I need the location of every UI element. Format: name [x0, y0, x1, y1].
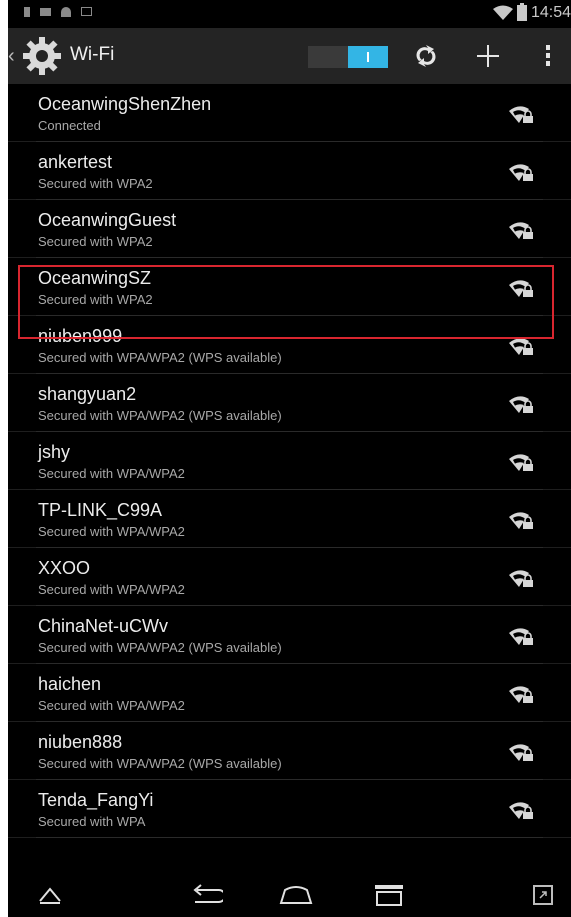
add-network-button[interactable] [468, 36, 508, 76]
image-icon [40, 8, 51, 16]
toggle-thumb [348, 46, 388, 68]
network-status: Secured with WPA/WPA2 (WPS available) [38, 408, 282, 423]
wifi-lock-icon [509, 454, 533, 471]
network-status: Secured with WPA [38, 814, 146, 829]
wifi-signal-icon [492, 5, 513, 20]
add-network-icon [477, 45, 499, 67]
wifi-lock-icon [509, 338, 533, 355]
network-ssid: Tenda_FangYi [38, 790, 154, 810]
network-status: Secured with WPA/WPA2 [38, 524, 185, 539]
network-row-11[interactable]: niuben888 Secured with WPA/WPA2 (WPS ava… [8, 722, 571, 780]
network-status: Secured with WPA/WPA2 [38, 466, 185, 481]
wifi-lock-icon [509, 512, 533, 529]
network-row-1[interactable]: ankertest Secured with WPA2 [8, 142, 571, 200]
network-ssid: shangyuan2 [38, 384, 137, 404]
network-status: Connected [38, 118, 101, 133]
network-row-10[interactable]: haichen Secured with WPA/WPA2 [8, 664, 571, 722]
settings-gear-icon[interactable] [20, 34, 64, 78]
network-ssid: ankertest [38, 152, 113, 172]
row-divider [36, 837, 543, 838]
fullscreen-icon [533, 885, 553, 905]
clock: 14:54 [530, 4, 571, 21]
fullscreen-button[interactable] [523, 879, 563, 911]
screenshot-icon [81, 7, 92, 16]
network-ssid: niuben888 [38, 732, 123, 752]
wifi-lock-icon [509, 802, 533, 819]
wifi-toggle[interactable] [308, 46, 388, 68]
network-row-4[interactable]: niuben999 Secured with WPA/WPA2 (WPS ava… [8, 316, 571, 374]
status-bar: 14:54 [8, 0, 571, 28]
overflow-menu-icon [546, 45, 550, 66]
wifi-lock-icon [509, 164, 533, 181]
notification-icons [24, 7, 92, 17]
network-row-0[interactable]: OceanwingShenZhen Connected [8, 84, 571, 142]
network-row-3[interactable]: OceanwingSZ Secured with WPA2 [8, 258, 571, 316]
network-row-7[interactable]: TP-LINK_C99A Secured with WPA/WPA2 [8, 490, 571, 548]
network-ssid: TP-LINK_C99A [38, 500, 163, 520]
network-status: Secured with WPA/WPA2 (WPS available) [38, 350, 282, 365]
wps-button[interactable] [406, 36, 446, 76]
network-ssid: jshy [38, 442, 71, 462]
action-bar: ‹ Wi-Fi [8, 28, 571, 84]
network-status: Secured with WPA/WPA2 (WPS available) [38, 756, 282, 771]
cloud-icon [61, 7, 71, 17]
wifi-lock-icon [509, 280, 533, 297]
network-ssid: niuben999 [38, 326, 123, 346]
network-row-8[interactable]: XXOO Secured with WPA/WPA2 [8, 548, 571, 606]
recents-button[interactable] [370, 879, 410, 911]
network-ssid: haichen [38, 674, 102, 694]
overflow-menu-button[interactable] [528, 36, 568, 76]
network-row-12[interactable]: Tenda_FangYi Secured with WPA [8, 780, 571, 838]
android-screen: 14:54 ‹ Wi-Fi OceanwingShenZhen Connecte… [8, 0, 571, 917]
network-status: Secured with WPA/WPA2 [38, 698, 185, 713]
recents-icon [375, 885, 403, 906]
network-ssid: OceanwingSZ [38, 268, 152, 288]
home-icon [279, 886, 313, 904]
back-icon [193, 884, 223, 903]
network-status: Secured with WPA/WPA2 [38, 582, 185, 597]
navigation-bar [8, 873, 571, 917]
network-row-6[interactable]: jshy Secured with WPA/WPA2 [8, 432, 571, 490]
battery-icon [516, 3, 527, 21]
network-status: Secured with WPA/WPA2 (WPS available) [38, 640, 282, 655]
network-ssid: OceanwingShenZhen [38, 94, 212, 114]
home-button[interactable] [276, 879, 316, 911]
network-status: Secured with WPA2 [38, 234, 153, 249]
network-status: Secured with WPA2 [38, 292, 153, 307]
notification-icon [24, 7, 30, 17]
network-list[interactable]: OceanwingShenZhen Connected ankertest Se… [8, 84, 571, 838]
wifi-lock-icon [509, 222, 533, 239]
page-title: Wi-Fi [70, 44, 115, 65]
hide-keyboard-icon [39, 887, 61, 904]
wifi-lock-icon [509, 570, 533, 587]
wps-icon [416, 45, 436, 67]
wifi-lock-icon [509, 744, 533, 761]
network-status: Secured with WPA2 [38, 176, 153, 191]
network-ssid: OceanwingGuest [38, 210, 177, 230]
wifi-lock-icon [509, 628, 533, 645]
wifi-lock-icon [509, 396, 533, 413]
network-row-2[interactable]: OceanwingGuest Secured with WPA2 [8, 200, 571, 258]
hide-keyboard-button[interactable] [30, 879, 70, 911]
network-row-9[interactable]: ChinaNet-uCWv Secured with WPA/WPA2 (WPS… [8, 606, 571, 664]
wifi-lock-icon [509, 106, 533, 123]
wifi-lock-icon [509, 686, 533, 703]
network-ssid: XXOO [38, 558, 91, 578]
network-row-5[interactable]: shangyuan2 Secured with WPA/WPA2 (WPS av… [8, 374, 571, 432]
network-ssid: ChinaNet-uCWv [38, 616, 169, 636]
back-button[interactable] [186, 879, 226, 911]
up-caret-icon[interactable]: ‹ [8, 46, 15, 66]
